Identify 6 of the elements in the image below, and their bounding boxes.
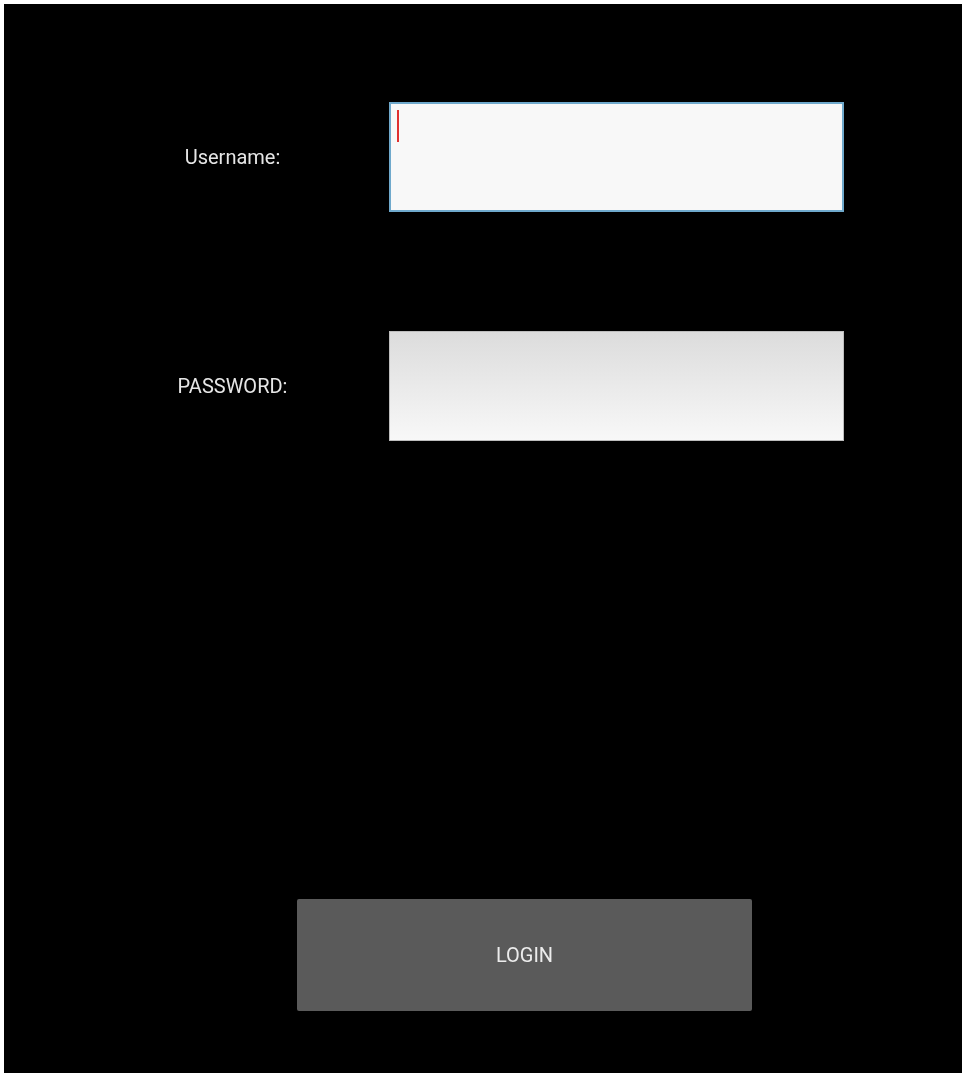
text-cursor (397, 110, 399, 142)
input-field[interactable] (389, 331, 844, 441)
field-label: Username: (184, 144, 281, 171)
input-field[interactable] (389, 102, 844, 212)
field-label: PASSWORD: (177, 373, 288, 400)
login-button[interactable]: LOGIN (297, 899, 752, 1011)
